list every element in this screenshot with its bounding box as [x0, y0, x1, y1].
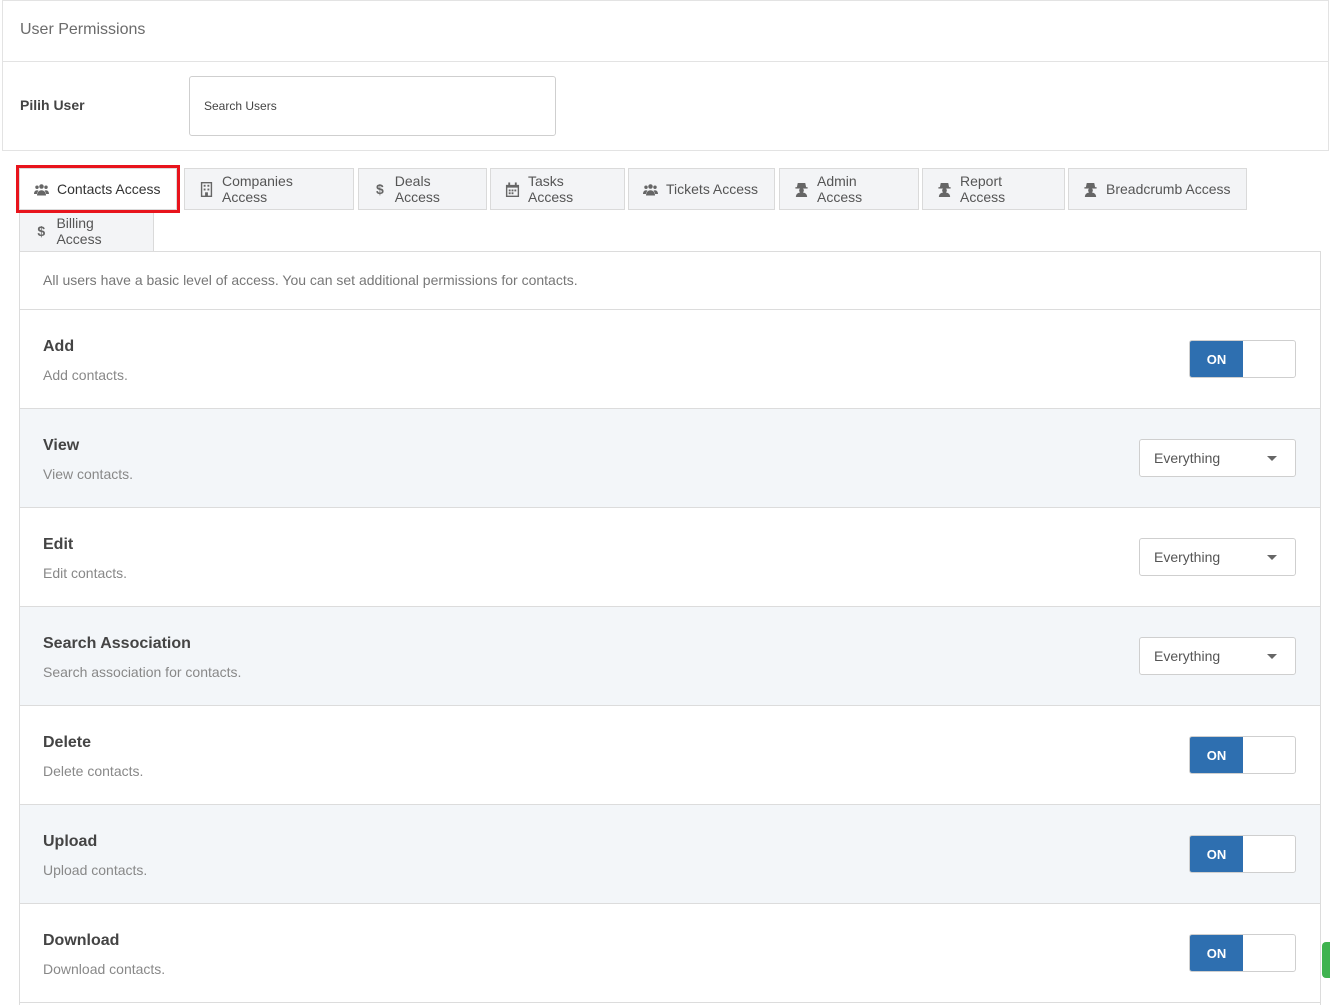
tab-breadcrumb-access[interactable]: Breadcrumb Access — [1068, 168, 1247, 210]
caret-down-icon — [1267, 654, 1277, 659]
view-select[interactable]: Everything — [1139, 439, 1296, 477]
calendar-icon — [505, 181, 520, 197]
permission-description: Edit contacts. — [43, 565, 128, 581]
users-icon — [643, 182, 658, 197]
user-secret-icon — [794, 182, 809, 197]
permissions-panel: All users have a basic level of access. … — [19, 251, 1321, 1005]
permission-description: Delete contacts. — [43, 763, 144, 779]
tab-label: Contacts Access — [57, 181, 161, 197]
select-value: Everything — [1154, 549, 1221, 565]
download-toggle[interactable]: ON — [1189, 934, 1296, 972]
add-toggle[interactable]: ON — [1189, 340, 1296, 378]
dollar-icon: $ — [375, 181, 384, 197]
edit-select[interactable]: Everything — [1139, 538, 1296, 576]
toggle-on-label: ON — [1190, 935, 1243, 971]
permission-title: Edit — [43, 536, 74, 553]
toggle-on-label: ON — [1190, 737, 1243, 773]
permission-title: Add — [43, 338, 75, 355]
users-icon — [34, 182, 49, 197]
side-widget-tab[interactable] — [1322, 942, 1330, 978]
permission-description: Download contacts. — [43, 961, 166, 977]
permission-description: Add contacts. — [43, 367, 128, 383]
toggle-on-label: ON — [1190, 341, 1243, 377]
user-secret-icon — [1083, 182, 1098, 197]
tab-label: Deals Access — [394, 173, 440, 205]
permission-description: Search association for contacts. — [43, 664, 242, 680]
permission-title: View — [43, 437, 80, 454]
permission-title: Search Association — [43, 635, 191, 652]
upload-toggle[interactable]: ON — [1189, 835, 1296, 873]
permissions-intro: All users have a basic level of access. … — [20, 252, 1320, 310]
tab-label: Tasks Access — [528, 173, 574, 205]
search-association-select[interactable]: Everything — [1139, 637, 1296, 675]
tab-label: Companies Access — [222, 173, 293, 205]
panel-header: User Permissions — [2, 0, 1329, 62]
caret-down-icon — [1267, 555, 1277, 560]
tab-label: Billing Access — [56, 215, 102, 247]
toggle-on-label: ON — [1190, 836, 1243, 872]
tab-billing-access[interactable]: $ Billing Access — [19, 210, 154, 252]
permission-title: Upload — [43, 833, 98, 850]
select-value: Everything — [1154, 450, 1221, 466]
user-select-row: Pilih User — [2, 61, 1329, 151]
tab-label: Tickets Access — [666, 181, 759, 197]
tab-contacts-access[interactable]: Contacts Access — [19, 168, 177, 210]
tab-label: Breadcrumb Access — [1106, 181, 1231, 197]
permission-row-edit: Edit Edit contacts. Everything — [20, 508, 1320, 607]
permission-row-delete: Delete Delete contacts. ON — [20, 706, 1320, 805]
page-title: User Permissions — [20, 21, 146, 38]
permission-description: View contacts. — [43, 466, 134, 482]
permission-description: Upload contacts. — [43, 862, 148, 878]
delete-toggle[interactable]: ON — [1189, 736, 1296, 774]
permission-row-search-association: Search Association Search association fo… — [20, 607, 1320, 706]
permission-row-add: Add Add contacts. ON — [20, 310, 1320, 409]
tab-admin-access[interactable]: Admin Access — [779, 168, 919, 210]
permission-row-upload: Upload Upload contacts. ON — [20, 805, 1320, 904]
tab-companies-access[interactable]: Companies Access — [184, 168, 354, 210]
tab-deals-access[interactable]: $ Deals Access — [358, 168, 487, 210]
tab-tasks-access[interactable]: Tasks Access — [490, 168, 625, 210]
tab-label: Report Access — [960, 173, 1006, 205]
dollar-icon: $ — [37, 223, 46, 239]
permission-row-view: View View contacts. Everything — [20, 409, 1320, 508]
permission-title: Delete — [43, 734, 92, 751]
tab-report-access[interactable]: Report Access — [922, 168, 1065, 210]
tab-tickets-access[interactable]: Tickets Access — [628, 168, 775, 210]
permission-row-download: Download Download contacts. ON — [20, 904, 1320, 1003]
tab-label: Admin Access — [817, 173, 863, 205]
user-secret-icon — [937, 182, 952, 197]
select-value: Everything — [1154, 648, 1221, 664]
user-select-label: Pilih User — [20, 97, 85, 113]
caret-down-icon — [1267, 456, 1277, 461]
search-users-input[interactable] — [189, 76, 556, 136]
building-icon — [199, 181, 214, 197]
permission-title: Download — [43, 932, 120, 949]
